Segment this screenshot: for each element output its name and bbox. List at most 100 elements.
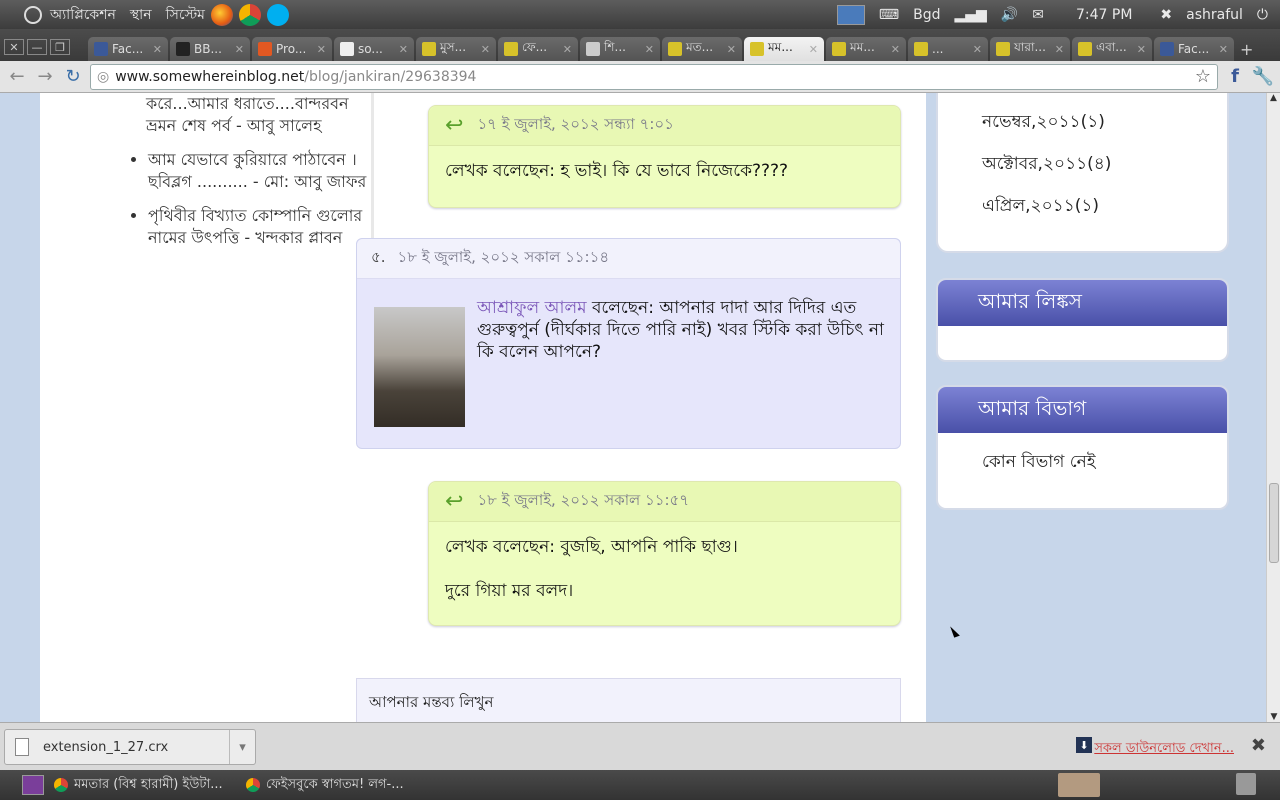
tab-close-icon[interactable]: ✕: [1219, 43, 1228, 56]
taskbar-window-button[interactable]: ফেইসবুকে স্বাগতম! লগ-...: [240, 773, 428, 797]
new-tab-button[interactable]: +: [1240, 40, 1260, 59]
archive-link[interactable]: নভেম্বর,২০১১(১): [982, 109, 1105, 137]
commenter-avatar[interactable]: [374, 307, 465, 427]
scrollbar-thumb[interactable]: [1269, 483, 1279, 563]
back-arrow-icon[interactable]: ←: [6, 66, 28, 88]
write-comment-box: আপনার মন্তব্য লিখুন: [356, 678, 901, 722]
browser-tab[interactable]: BB... ✕: [170, 37, 250, 61]
category-empty-text: কোন বিভাগ নেই: [982, 452, 1096, 472]
chrome-icon: [246, 778, 260, 792]
tab-favicon-icon: [832, 42, 846, 56]
forward-arrow-icon[interactable]: →: [34, 66, 56, 88]
tab-close-icon[interactable]: ✕: [481, 43, 490, 56]
recent-post-link[interactable]: পৃথিবীর বিখ্যাত কোম্পানি গুলোর নামের উৎপ…: [148, 205, 370, 249]
skype-launcher-icon[interactable]: [266, 3, 289, 26]
keyboard-layout[interactable]: Bgd: [913, 7, 940, 23]
tab-label: এবা...: [1096, 40, 1127, 54]
chrome-tray-icon[interactable]: [1058, 773, 1100, 797]
download-menu-icon[interactable]: ▾: [229, 730, 255, 764]
tab-close-icon[interactable]: ✕: [809, 43, 818, 56]
show-all-downloads-link[interactable]: সকল ডাউনলোড দেখান...: [1094, 739, 1234, 760]
browser-tab[interactable]: মত... ✕: [662, 37, 742, 61]
archive-link[interactable]: এপ্রিল,২০১১(১): [982, 193, 1099, 221]
browser-tab[interactable]: Fac... ✕: [88, 37, 168, 61]
ubuntu-logo-icon[interactable]: [24, 5, 42, 24]
comment-header: ৫. ১৮ ই জুলাই, ২০১২ সকাল ১১:১৪: [357, 239, 900, 279]
scroll-up-icon[interactable]: ▲: [1267, 93, 1280, 103]
browser-tab[interactable]: এবা... ✕: [1072, 37, 1152, 61]
address-path: /blog/jankiran/29638394: [304, 68, 477, 85]
network-signal-icon[interactable]: ▂▄▆: [955, 7, 987, 23]
firefox-launcher-icon[interactable]: [210, 3, 233, 26]
reply-text: লেখক বলেছেন: বুজছি, আপনি পাকি ছাগু।: [445, 537, 738, 557]
downloads-icon: ⬇: [1076, 737, 1092, 753]
address-bar[interactable]: ◎ www.somewhereinblog.net/blog/jankiran/…: [90, 63, 1218, 90]
tab-close-icon[interactable]: ✕: [1055, 43, 1064, 56]
reload-icon[interactable]: ↻: [62, 66, 84, 88]
recent-post-link[interactable]: করে...আমার ধরাতে....বান্দরবন ভ্রমন শেষ প…: [146, 93, 370, 137]
browser-tab[interactable]: মম... ✕: [826, 37, 906, 61]
tab-favicon-icon: [914, 42, 928, 56]
window-minimize-icon[interactable]: —: [27, 39, 47, 55]
tab-close-icon[interactable]: ✕: [235, 43, 244, 56]
taskbar-window-title: ফেইসবুকে স্বাগতম! লগ-...: [266, 776, 404, 792]
archive-link[interactable]: অক্টোবর,২০১১(৪): [982, 151, 1111, 179]
browser-tab[interactable]: মুস... ✕: [416, 37, 496, 61]
browser-tab[interactable]: মম... ✕: [744, 37, 824, 61]
tab-close-icon[interactable]: ✕: [563, 43, 572, 56]
recent-post-link[interactable]: আম যেভাবে কুরিয়ারে পাঠাবেন । ছবিব্লগ ..…: [148, 149, 370, 193]
menu-system[interactable]: সিস্টেম: [166, 3, 205, 27]
tab-favicon-icon: [750, 42, 764, 56]
page-info-icon[interactable]: ◎: [97, 69, 109, 85]
browser-tab[interactable]: শি... ✕: [580, 37, 660, 61]
tab-label: BB...: [194, 42, 222, 56]
trash-icon[interactable]: [1236, 773, 1256, 795]
taskbar-window-button[interactable]: মমতার (বিশ্ব হারামী) ইউটা...: [48, 773, 236, 797]
close-download-shelf-icon[interactable]: ✖: [1251, 735, 1266, 756]
wrench-menu-icon[interactable]: 🔧: [1252, 66, 1274, 88]
clock[interactable]: 7:47 PM: [1076, 7, 1132, 23]
bookmark-star-icon[interactable]: ☆: [1195, 66, 1211, 87]
write-comment-label: আপনার মন্তব্য লিখুন: [369, 693, 494, 711]
browser-tab[interactable]: Pro... ✕: [252, 37, 332, 61]
author-reply: ↩ ১৮ ই জুলাই, ২০১২ সকাল ১১:৫৭ লেখক বলেছে…: [428, 481, 901, 626]
tab-close-icon[interactable]: ✕: [153, 43, 162, 56]
tab-close-icon[interactable]: ✕: [727, 43, 736, 56]
window-close-icon[interactable]: ✕: [4, 39, 24, 55]
download-filename: extension_1_27.crx: [43, 739, 169, 755]
browser-tab[interactable]: যারা... ✕: [990, 37, 1070, 61]
comment-author-link[interactable]: আশ্রাফুল আলম: [477, 298, 587, 318]
facebook-extension-icon[interactable]: f: [1224, 66, 1246, 88]
bottom-taskbar: মমতার (বিশ্ব হারামী) ইউটা... ফেইসবুকে স্…: [0, 770, 1280, 800]
browser-tab[interactable]: ... ✕: [908, 37, 988, 61]
menu-places[interactable]: স্থান: [130, 3, 152, 27]
window-restore-icon[interactable]: ❐: [50, 39, 70, 55]
power-icon[interactable]: ⏻: [1257, 7, 1268, 23]
archive-widget: নভেম্বর,২০১১(১) অক্টোবর,২০১১(৪) এপ্রিল,২…: [936, 93, 1229, 253]
file-icon: [15, 738, 29, 756]
desktop-switcher-icon[interactable]: [836, 4, 865, 25]
tab-close-icon[interactable]: ✕: [973, 43, 982, 56]
top-panel: অ্যাপ্লিকেশন স্থান সিস্টেম ⌨ Bgd ▂▄▆ 🔊 ✉…: [0, 0, 1280, 29]
volume-icon[interactable]: 🔊: [1001, 7, 1018, 23]
menu-applications[interactable]: অ্যাপ্লিকেশন: [50, 3, 116, 27]
browser-tab[interactable]: Fac... ✕: [1154, 37, 1234, 61]
page-scrollbar[interactable]: ▲ ▼: [1266, 93, 1280, 722]
tab-close-icon[interactable]: ✕: [317, 43, 326, 56]
browser-tab[interactable]: ফে... ✕: [498, 37, 578, 61]
download-item[interactable]: extension_1_27.crx ▾: [4, 729, 256, 765]
keyboard-icon[interactable]: ⌨: [879, 7, 899, 23]
show-desktop-icon[interactable]: [22, 775, 44, 795]
scroll-down-icon[interactable]: ▼: [1267, 712, 1280, 722]
tab-close-icon[interactable]: ✕: [645, 43, 654, 56]
reply-text: লেখক বলেছেন: হ ভাই। কি যে ভাবে নিজেকে???…: [445, 161, 789, 181]
mail-icon[interactable]: ✉: [1032, 7, 1044, 23]
tab-close-icon[interactable]: ✕: [1137, 43, 1146, 56]
tab-close-icon[interactable]: ✕: [891, 43, 900, 56]
chrome-launcher-icon[interactable]: [238, 3, 261, 26]
browser-tab[interactable]: so... ✕: [334, 37, 414, 61]
tab-label: Fac...: [112, 42, 144, 56]
tab-close-icon[interactable]: ✕: [399, 43, 408, 56]
reply-arrow-icon: ↩: [445, 489, 464, 514]
user-name[interactable]: ashraful: [1186, 7, 1243, 23]
